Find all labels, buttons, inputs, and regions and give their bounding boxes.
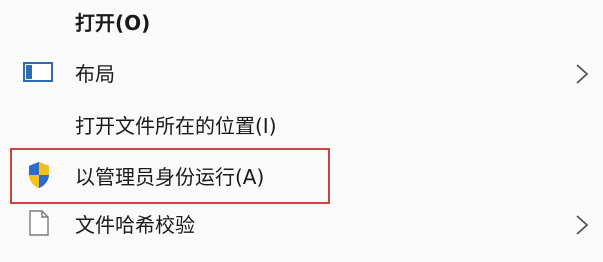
menu-item-open-file-location-label: 打开文件所在的位置(I)	[75, 114, 277, 138]
context-menu: 打开(O) 布局 打开文件所在的位置(I) 以管理员身份运行(A) 文件哈希校验	[0, 0, 603, 262]
menu-item-file-hash-check-label: 文件哈希校验	[75, 213, 195, 237]
layout-icon	[23, 62, 53, 86]
menu-item-open-label: 打开(O)	[75, 11, 151, 35]
uac-shield-icon	[27, 161, 51, 193]
menu-item-run-as-admin[interactable]: 以管理员身份运行(A)	[0, 154, 603, 200]
menu-item-file-hash-check[interactable]: 文件哈希校验	[0, 202, 603, 248]
menu-item-layout[interactable]: 布局	[0, 51, 603, 97]
chevron-right-icon	[575, 214, 589, 236]
menu-item-open[interactable]: 打开(O)	[0, 0, 603, 46]
menu-item-open-file-location[interactable]: 打开文件所在的位置(I)	[0, 103, 603, 149]
file-icon	[29, 210, 49, 240]
menu-item-layout-label: 布局	[75, 62, 115, 86]
menu-item-run-as-admin-label: 以管理员身份运行(A)	[75, 165, 265, 189]
chevron-right-icon	[575, 63, 589, 85]
